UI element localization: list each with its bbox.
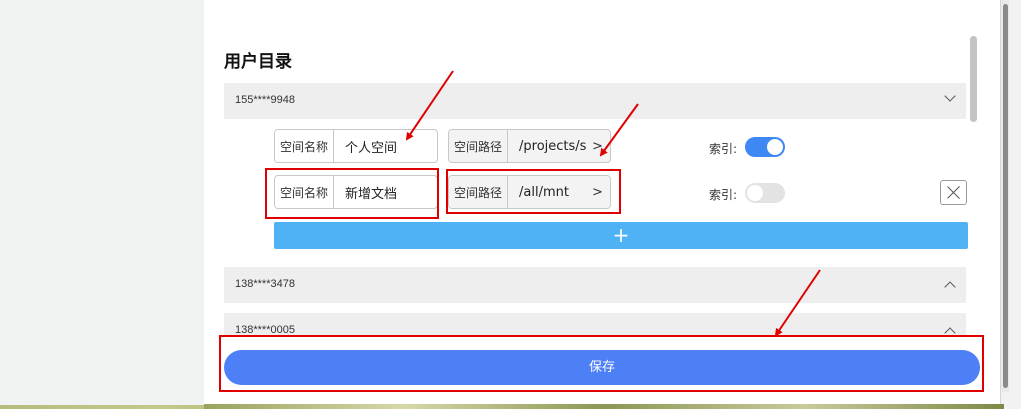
section-title: 用户目录 (224, 52, 292, 72)
space-name-value: 个人空间 (345, 140, 398, 156)
chevron-down-icon (944, 90, 956, 102)
chevron-right-icon: > (592, 138, 603, 154)
space-name-label: 空间名称 (275, 130, 335, 162)
space-path-selector[interactable]: 空间路径 /projects/s > (448, 129, 611, 163)
space-name-field[interactable]: 空间名称 新增文档 (274, 175, 438, 209)
space-path-value: /projects/s (519, 138, 587, 154)
space-path-label: 空间路径 (449, 130, 509, 162)
left-pane (0, 0, 204, 405)
chevron-up-icon (944, 327, 956, 336)
space-name-field[interactable]: 空间名称 个人空间 (274, 129, 438, 163)
space-name-value: 新增文档 (345, 186, 398, 202)
chevron-right-icon: > (592, 184, 603, 200)
user-phone-label: 138****0005 (235, 324, 295, 336)
window-scrollbar-thumb[interactable] (1003, 4, 1008, 388)
space-path-value: /all/mnt (519, 184, 569, 200)
add-space-button[interactable]: + (274, 222, 968, 249)
index-toggle[interactable] (745, 183, 785, 203)
user-accordion-header[interactable]: 155****9948 (224, 83, 966, 119)
space-path-label: 空间路径 (449, 176, 509, 208)
space-path-selector[interactable]: 空间路径 /all/mnt > (448, 175, 611, 209)
remove-row-button[interactable] (940, 180, 967, 205)
chevron-up-icon (944, 281, 956, 293)
toggle-knob (767, 139, 783, 155)
toggle-knob (747, 185, 763, 201)
index-toggle[interactable] (745, 137, 785, 157)
background-strip (204, 404, 1004, 409)
save-button[interactable]: 保存 (224, 350, 980, 385)
user-phone-label: 138****3478 (235, 278, 295, 290)
space-name-label: 空间名称 (275, 176, 335, 208)
index-label: 索引: (709, 142, 738, 156)
user-accordion-header[interactable]: 138****3478 (224, 267, 966, 303)
index-label: 索引: (709, 188, 738, 202)
user-accordion-header[interactable]: 138****0005 (224, 313, 966, 336)
panel-scrollbar-thumb[interactable] (970, 36, 977, 122)
user-phone-label: 155****9948 (235, 94, 295, 106)
